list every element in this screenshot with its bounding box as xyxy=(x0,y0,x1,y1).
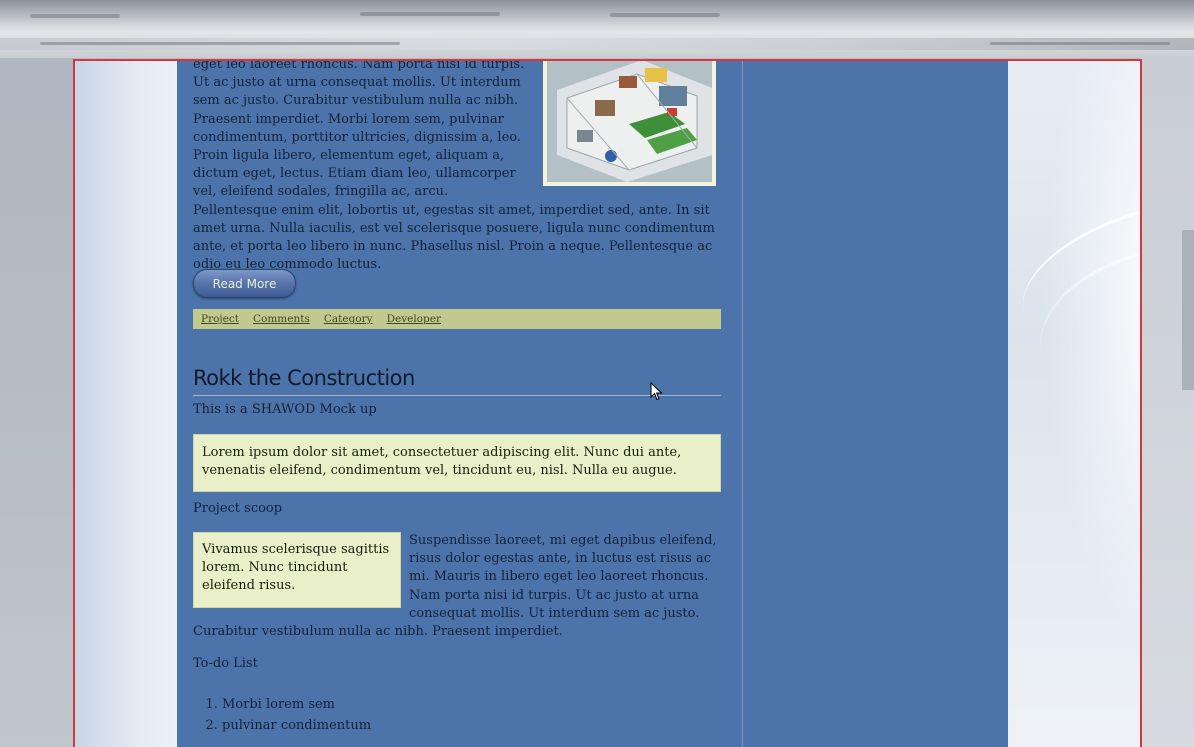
decorative-swoosh xyxy=(1005,61,1140,747)
sidebar-divider xyxy=(742,61,743,747)
read-more-button[interactable]: Read More xyxy=(193,269,296,298)
scoop-label: Project scoop xyxy=(193,501,283,516)
scoop-section: Vivamus scelerisque sagittis lorem. Nunc… xyxy=(193,532,723,641)
pull-quote-box: Vivamus scelerisque sagittis lorem. Nunc… xyxy=(193,532,401,608)
todo-label: To-do List xyxy=(193,656,258,671)
post-meta-bar: Project Comments Category Developer xyxy=(193,309,721,329)
post-subtitle: This is a SHAWOD Mock up xyxy=(193,402,377,417)
todo-list: Morbi lorem sem pulvinar condimentum xyxy=(193,694,371,736)
floorplan-image xyxy=(543,61,716,186)
meta-link-category[interactable]: Category xyxy=(324,313,373,325)
main-page-column: eget leo laoreet rhoncus. Nam porta nisi… xyxy=(177,61,1008,747)
blurred-smear xyxy=(40,42,400,45)
meta-link-project[interactable]: Project xyxy=(201,313,239,325)
floorplan-illustration xyxy=(547,61,712,182)
todo-item: Morbi lorem sem xyxy=(222,694,371,715)
page-viewport-frame: eget leo laoreet rhoncus. Nam porta nisi… xyxy=(73,59,1142,747)
intro-section: eget leo laoreet rhoncus. Nam porta nisi… xyxy=(193,61,723,274)
mouse-pointer-icon xyxy=(650,382,663,401)
post-title[interactable]: Rokk the Construction xyxy=(193,363,721,396)
blurred-browser-chrome xyxy=(0,0,1194,58)
blurred-smear xyxy=(610,13,720,17)
blurred-smear xyxy=(990,42,1170,45)
meta-link-developer[interactable]: Developer xyxy=(387,313,441,325)
todo-item: pulvinar condimentum xyxy=(222,715,371,736)
meta-link-comments[interactable]: Comments xyxy=(253,313,310,325)
highlight-note-box: Lorem ipsum dolor sit amet, consectetuer… xyxy=(193,434,721,492)
blurred-smear xyxy=(360,12,500,16)
blurred-backdrop-left xyxy=(0,58,74,747)
blurred-backdrop-right xyxy=(1140,58,1194,747)
blurred-tab xyxy=(1182,230,1194,390)
blurred-smear xyxy=(30,14,120,18)
